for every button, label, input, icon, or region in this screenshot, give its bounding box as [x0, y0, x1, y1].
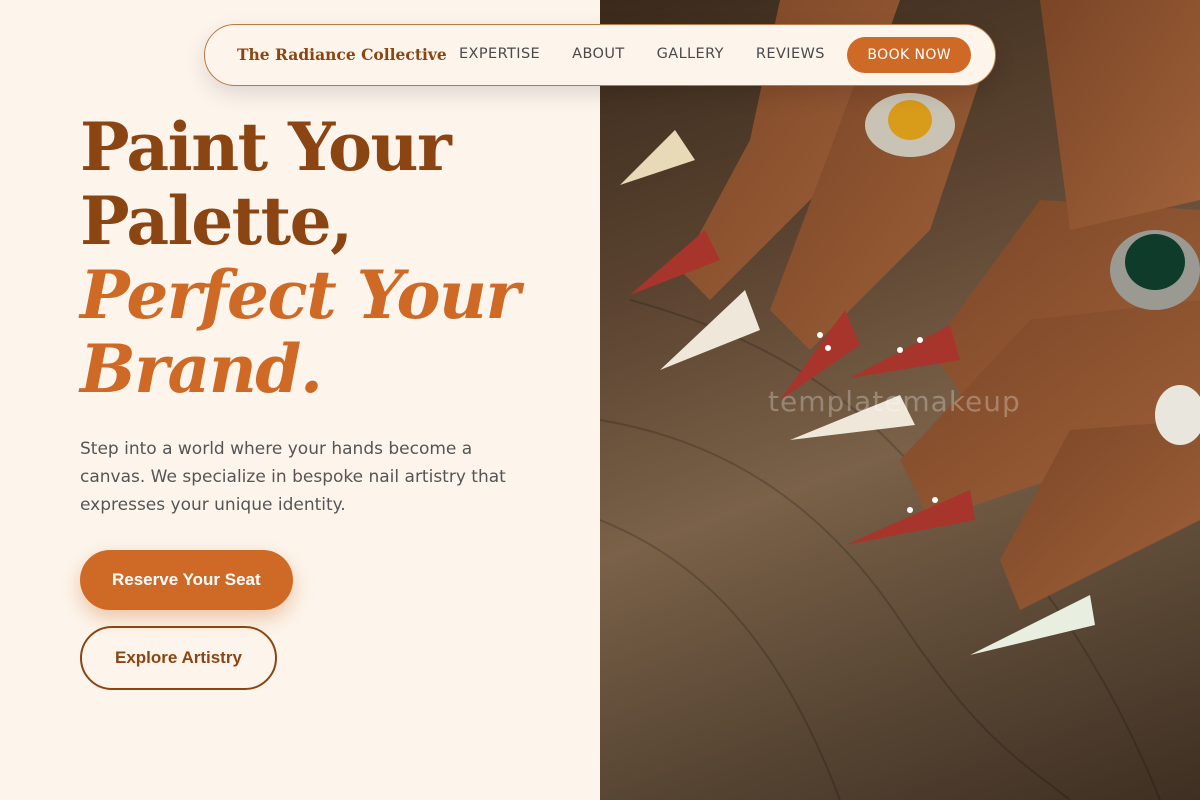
nav-links: EXPERTISE ABOUT GALLERY REVIEWS — [459, 46, 825, 62]
hero-description: Step into a world where your hands becom… — [80, 439, 506, 515]
reserve-seat-button[interactable]: Reserve Your Seat — [80, 550, 293, 610]
book-now-button[interactable]: BOOK NOW — [847, 37, 971, 73]
nav-link-expertise[interactable]: EXPERTISE — [459, 46, 540, 62]
hero-headline: Paint Your Palette, Perfect Your Brand. — [80, 110, 580, 406]
nav-link-gallery[interactable]: GALLERY — [657, 46, 724, 62]
nav-link-reviews[interactable]: REVIEWS — [756, 46, 825, 62]
nav-link-about[interactable]: ABOUT — [572, 46, 625, 62]
headline-line-2: Palette, — [80, 182, 353, 260]
top-navigation: The Radiance Collective EXPERTISE ABOUT … — [204, 24, 996, 86]
headline-accent-line-2: Brand. — [80, 330, 323, 408]
watermark-text: templatemakeup — [768, 385, 1021, 418]
headline-line-1: Paint Your — [80, 108, 452, 186]
headline-accent-line-1: Perfect Your — [80, 256, 520, 334]
hero-photo: templatemakeup — [600, 0, 1200, 800]
brand-logo[interactable]: The Radiance Collective — [237, 45, 447, 64]
explore-artistry-button[interactable]: Explore Artistry — [80, 626, 277, 690]
